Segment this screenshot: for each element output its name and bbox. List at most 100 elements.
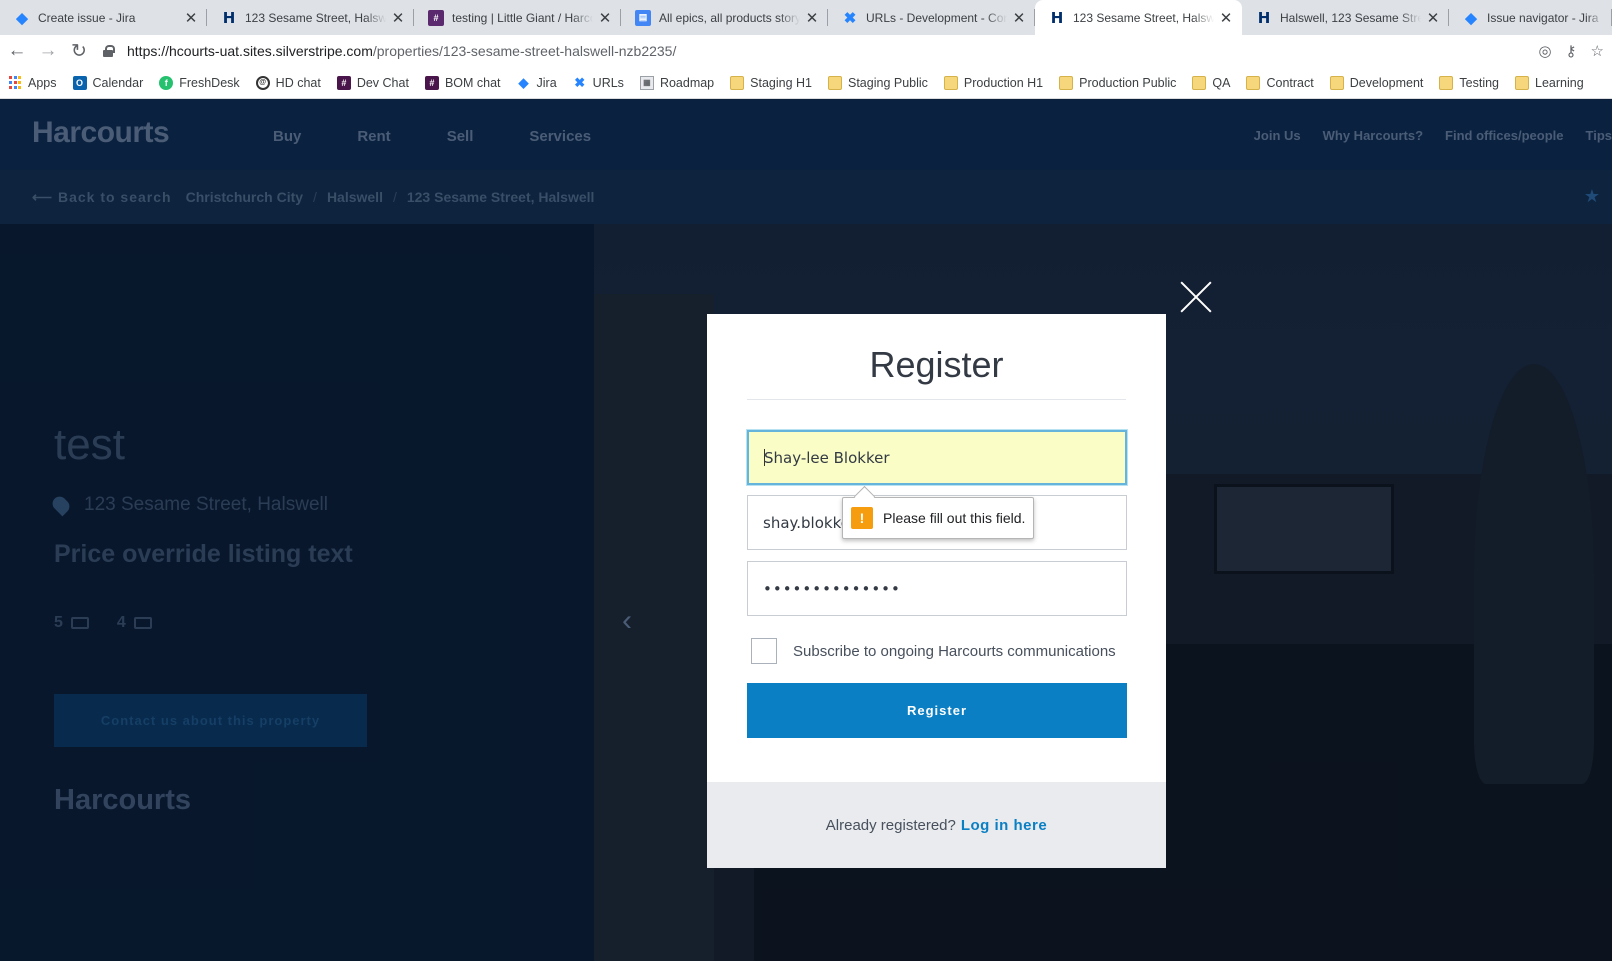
reload-icon[interactable]: ↻ [65,37,93,65]
chat-icon: @ [255,75,270,90]
subscribe-label[interactable]: Subscribe to ongoing Harcourts communica… [793,643,1116,660]
bookmark-folder[interactable]: Contract [1246,75,1314,90]
bookmark-label: Apps [28,75,57,90]
validation-tooltip: ! Please fill out this field. [842,497,1034,539]
bookmark-dev-chat[interactable]: # Dev Chat [336,75,409,90]
bookmarks-bar: Apps O Calendar f FreshDesk @ HD chat # Dev … [0,67,1612,99]
folder-icon [1246,75,1261,90]
bookmark-label: Staging Public [848,75,928,90]
tab-title: Issue navigator - Jira [1487,10,1599,25]
already-registered-text: Already registered? [825,816,956,834]
slack-icon: # [424,75,439,90]
register-button[interactable]: Register [747,683,1127,738]
name-field[interactable]: Shay-lee Blokker [747,430,1127,485]
confluence-icon: ✖ [574,74,586,90]
url-host: https://hcourts-uat.sites.silverstripe.c… [127,43,373,59]
bookmark-apps[interactable]: Apps [8,76,57,90]
slack-icon: # [428,9,444,26]
bookmark-label: Contract [1266,75,1314,90]
validation-message: Please fill out this field. [883,510,1026,526]
browser-tab-active[interactable]: H 123 Sesame Street, Halswell ✕ [1035,0,1242,35]
browser-tab[interactable]: ▤ All epics, all products story ✕ [621,0,828,35]
close-tab-icon[interactable]: ✕ [183,9,199,27]
bookmark-label: Development [1349,75,1424,90]
bookmark-freshdesk[interactable]: f FreshDesk [159,75,240,90]
bookmark-folder[interactable]: QA [1192,75,1231,90]
modal-title: Register [869,344,1004,385]
address-bar[interactable]: https://hcourts-uat.sites.silverstripe.c… [103,37,1538,65]
browser-tab[interactable]: ✖ URLs - Development - Confluence ✕ [828,0,1035,35]
forward-arrow-icon[interactable]: → [34,37,62,65]
bookmark-label: Testing [1459,75,1499,90]
close-tab-icon[interactable]: ✕ [390,9,406,27]
tab-title: 123 Sesame Street, Halswell [1073,10,1214,25]
warning-icon: ! [851,507,873,529]
back-arrow-icon[interactable]: ← [3,37,31,65]
harcourts-h-icon: H [1050,8,1064,27]
browser-tab[interactable]: H 123 Sesame Street, Halswell ✕ [207,0,414,35]
folder-icon [1329,75,1344,90]
bookmark-folder[interactable]: Testing [1439,75,1499,90]
folder-icon [1515,75,1529,90]
jira-icon: ◆ [518,74,529,90]
jira-icon: ◆ [1465,9,1477,27]
url-path: /properties/123-sesame-street-halswell-n… [372,43,677,59]
harcourts-h-icon: H [1257,8,1271,27]
subscribe-checkbox[interactable] [751,638,777,664]
close-tab-icon[interactable]: ✕ [597,9,613,27]
browser-tab[interactable]: H Halswell, 123 Sesame Street ✕ [1242,0,1449,35]
folder-icon [730,75,745,90]
camera-blocked-icon[interactable]: ◎ [1538,42,1551,60]
close-tab-icon[interactable]: ✕ [1425,9,1441,27]
bookmark-hd-chat[interactable]: @ HD chat [255,75,321,90]
harcourts-h-icon: H [222,8,236,27]
browser-tab[interactable]: # testing | Little Giant / Harcourts ✕ [414,0,621,35]
folder-icon [1192,75,1207,90]
bookmark-folder[interactable]: Staging Public [828,75,928,90]
register-modal: Register Shay-lee Blokker shay.blokke ••… [707,314,1166,868]
bookmark-label: Calendar [92,75,144,90]
bookmark-roadmap[interactable]: ▦ Roadmap [639,75,715,90]
bookmark-label: Roadmap [659,75,715,90]
confluence-icon: ✖ [843,9,857,27]
close-modal-icon[interactable] [1179,280,1213,314]
bookmark-folder[interactable]: Development [1329,75,1424,90]
bookmark-label: QA [1212,75,1231,90]
docs-icon: ▤ [635,9,651,26]
tab-title: URLs - Development - Confluence [866,10,1007,25]
bookmark-jira[interactable]: ◆ Jira [517,74,557,90]
browser-tab[interactable]: ◆ Issue navigator - Jira [1449,0,1612,35]
slack-icon: # [336,75,351,90]
divider [747,399,1126,400]
folder-icon [1439,75,1454,90]
name-field-value: Shay-lee Blokker [764,448,890,467]
bookmark-label: HD chat [275,75,321,90]
tab-title: 123 Sesame Street, Halswell [245,10,386,25]
bookmark-label: Dev Chat [356,75,409,90]
bookmark-label: FreshDesk [179,75,240,90]
lock-icon [103,45,115,57]
bookmark-calendar[interactable]: O Calendar [72,75,144,90]
bookmark-urls[interactable]: ✖ URLs [573,74,624,90]
close-tab-icon[interactable]: ✕ [804,9,820,27]
bookmark-folder[interactable]: Learning [1515,75,1584,90]
bookmark-bom-chat[interactable]: # BOM chat [424,75,501,90]
close-tab-icon[interactable]: ✕ [1011,9,1027,27]
bookmark-folder[interactable]: Production H1 [943,75,1044,90]
bookmark-folder[interactable]: Production Public [1059,75,1176,90]
folder-icon [943,75,958,90]
close-tab-icon[interactable]: ✕ [1218,9,1234,27]
modal-footer: Already registered? Log in here [707,782,1166,868]
bookmark-label: Jira [536,75,557,90]
bookmark-star-icon[interactable]: ☆ [1591,42,1604,60]
bookmark-label: Production H1 [963,75,1044,90]
folder-icon [1059,75,1074,90]
bookmark-folder[interactable]: Staging H1 [730,75,812,90]
browser-tab[interactable]: ◆ Create issue - Jira ✕ [0,0,207,35]
password-field[interactable]: •••••••••••••• [747,561,1127,616]
browser-toolbar: ← → ↻ https://hcourts-uat.sites.silverst… [0,35,1612,67]
login-link[interactable]: Log in here [961,817,1047,834]
freshdesk-icon: f [159,75,174,90]
roadmap-icon: ▦ [639,75,654,90]
key-icon[interactable]: ⚷ [1566,42,1577,60]
